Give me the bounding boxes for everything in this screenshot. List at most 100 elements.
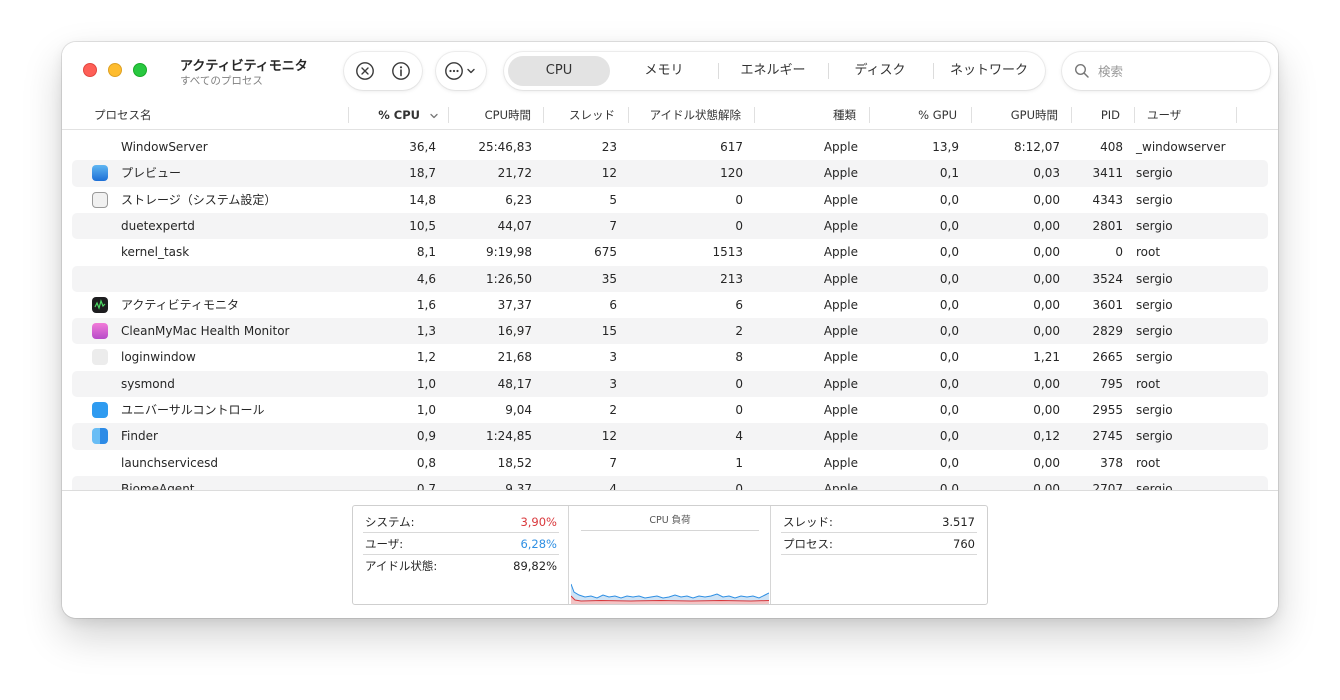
cell-cpu-time: 1:24,85 xyxy=(485,429,532,444)
column-header-kind[interactable]: 種類 xyxy=(756,100,856,130)
table-row[interactable]: CleanMyMac Health Monitor 1,3 16,97 15 2 Appl… xyxy=(72,318,1268,345)
table-row[interactable]: kernel_task 8,1 9:19,98 675 1513 Apple 0,0 0,00… xyxy=(72,239,1268,265)
cell-threads: 15 xyxy=(601,324,617,339)
cell-kind: Apple xyxy=(823,218,858,233)
column-header-cpu-percent[interactable]: % CPU xyxy=(350,100,420,130)
activity-monitor-window: アクティビティモニタ すべてのプロセス CPU メモリ エネルギー ディスク ネ… xyxy=(62,42,1278,618)
cell-cpu-time: 1:26,50 xyxy=(485,271,532,286)
cell-gpu-time: 0,03 xyxy=(1033,166,1060,181)
table-row[interactable]: プレビュー 18,7 21,72 12 120 Apple 0,1 0,03 3411 sergi… xyxy=(72,160,1268,187)
table-row[interactable]: sysmond 1,0 48,17 3 0 Apple 0,0 0,00 795 root xyxy=(72,370,1268,397)
cell-cpu-percent: 0,7 xyxy=(416,481,436,490)
stat-user-label: ユーザ: xyxy=(365,537,404,551)
cell-cpu-time: 9:19,98 xyxy=(485,245,532,260)
window-title: アクティビティモニタ xyxy=(180,59,308,74)
cpu-usage-panel: システム: 3,90% ユーザ: 6,28% アイドル状態: 89,82% xyxy=(353,506,569,604)
table-row[interactable]: 4,6 1:26,50 35 213 Apple 0,0 0,00 3524 sergio xyxy=(72,265,1268,292)
column-divider[interactable] xyxy=(1134,107,1135,123)
column-header-gpu-percent[interactable]: % GPU xyxy=(872,100,957,130)
column-divider[interactable] xyxy=(869,107,870,123)
cell-idle-wakeups: 0 xyxy=(735,218,743,233)
table-row[interactable]: launchservicesd 0,8 18,52 7 1 Apple 0,0 0,00 378… xyxy=(72,450,1268,476)
column-divider[interactable] xyxy=(448,107,449,123)
cell-threads: 675 xyxy=(594,245,617,260)
cell-cpu-percent: 1,0 xyxy=(416,376,436,391)
cell-idle-wakeups: 8 xyxy=(735,350,743,365)
table-row[interactable]: ユニバーサルコントロール 1,0 9,04 2 0 Apple 0,0 0,00 2955 ser… xyxy=(72,397,1268,423)
cell-cpu-percent: 36,4 xyxy=(409,140,436,154)
column-divider[interactable] xyxy=(628,107,629,123)
close-window-button[interactable] xyxy=(83,63,97,77)
cell-threads: 7 xyxy=(609,218,617,233)
cell-gpu-percent: 0,0 xyxy=(939,245,959,260)
column-divider[interactable] xyxy=(1236,107,1237,123)
stat-user: ユーザ: 6,28% xyxy=(363,533,559,555)
cell-gpu-percent: 0,0 xyxy=(939,324,959,339)
table-row[interactable]: ストレージ（システム設定） 14,8 6,23 5 0 Apple 0,0 0,00 4343 s… xyxy=(72,187,1268,213)
column-header-user[interactable]: ユーザ xyxy=(1147,100,1181,130)
cell-kind: Apple xyxy=(823,140,858,154)
cell-user: root xyxy=(1136,376,1161,391)
column-divider[interactable] xyxy=(348,107,349,123)
stat-threads-label: スレッド: xyxy=(783,515,833,529)
zoom-window-button[interactable] xyxy=(133,63,147,77)
cell-idle-wakeups: 0 xyxy=(735,481,743,490)
cell-gpu-time: 0,00 xyxy=(1033,218,1060,233)
search-field[interactable] xyxy=(1062,52,1270,90)
cell-cpu-percent: 1,6 xyxy=(416,297,436,312)
table-row[interactable]: loginwindow 1,2 21,68 3 8 Apple 0,0 1,21 2665 ser… xyxy=(72,344,1268,370)
column-header-process-name[interactable]: プロセス名 xyxy=(94,100,152,130)
cell-process-name: kernel_task xyxy=(121,245,190,260)
cell-process-name: duetexpertd xyxy=(121,218,195,233)
cell-idle-wakeups: 1 xyxy=(735,455,743,470)
sort-descending-icon[interactable] xyxy=(429,111,439,121)
column-divider[interactable] xyxy=(971,107,972,123)
cell-cpu-percent: 1,0 xyxy=(416,403,436,417)
column-divider[interactable] xyxy=(543,107,544,123)
cell-gpu-percent: 0,0 xyxy=(939,403,959,417)
tab-energy[interactable]: エネルギー xyxy=(722,56,824,86)
cell-gpu-percent: 0,0 xyxy=(939,376,959,391)
column-header-threads[interactable]: スレッド xyxy=(546,100,615,130)
cell-user: sergio xyxy=(1136,271,1173,286)
cell-cpu-percent: 8,1 xyxy=(416,245,436,260)
table-row[interactable]: BiomeAgent 0,7 9,37 4 0 Apple 0,0 0,00 2707 sergi… xyxy=(72,475,1268,490)
minimize-window-button[interactable] xyxy=(108,63,122,77)
cell-kind: Apple xyxy=(823,245,858,260)
tab-memory[interactable]: メモリ xyxy=(614,56,714,86)
tab-disk[interactable]: ディスク xyxy=(832,56,928,86)
table-row[interactable]: duetexpertd 10,5 44,07 7 0 Apple 0,0 0,00 2801 se… xyxy=(72,212,1268,240)
stat-processes-label: プロセス: xyxy=(783,537,833,551)
cell-kind: Apple xyxy=(823,376,858,391)
cell-user: sergio xyxy=(1136,297,1173,312)
cell-threads: 12 xyxy=(601,166,617,181)
stat-system: システム: 3,90% xyxy=(363,511,559,533)
process-actions-group xyxy=(344,52,422,90)
table-row[interactable]: Finder 0,9 1:24,85 12 4 Apple 0,0 0,12 2745 sergi… xyxy=(72,423,1268,450)
cell-threads: 3 xyxy=(609,350,617,365)
tab-cpu[interactable]: CPU xyxy=(508,56,610,86)
cell-gpu-time: 0,00 xyxy=(1033,481,1060,490)
column-header-pid[interactable]: PID xyxy=(1074,100,1120,130)
cell-cpu-percent: 1,2 xyxy=(416,350,436,365)
cell-pid: 3524 xyxy=(1092,271,1123,286)
column-divider[interactable] xyxy=(754,107,755,123)
cell-threads: 23 xyxy=(601,140,617,154)
table-row[interactable]: WindowServer 36,4 25:46,83 23 617 Apple 13,9 8:… xyxy=(72,134,1268,160)
tab-network[interactable]: ネットワーク xyxy=(937,56,1041,86)
column-header-cpu-time[interactable]: CPU時間 xyxy=(452,100,531,130)
cell-pid: 2829 xyxy=(1092,324,1123,339)
column-header-gpu-time[interactable]: GPU時間 xyxy=(974,100,1058,130)
more-actions-menu[interactable] xyxy=(436,52,486,90)
search-input[interactable] xyxy=(1098,60,1258,82)
table-header: プロセス名 % CPU CPU時間 スレッド アイドル状態解除 種類 % GPU… xyxy=(62,100,1278,130)
table-row[interactable]: アクティビティモニタ 1,6 37,37 6 6 Apple 0,0 0,00 3601 serg… xyxy=(72,292,1268,318)
inspect-process-button[interactable] xyxy=(391,61,411,81)
cell-gpu-time: 0,00 xyxy=(1033,192,1060,207)
column-divider[interactable] xyxy=(1071,107,1072,123)
info-icon xyxy=(392,62,410,80)
finder-app-icon xyxy=(92,428,108,445)
column-header-idle-wakeups[interactable]: アイドル状態解除 xyxy=(631,100,741,130)
stop-process-button[interactable] xyxy=(355,61,375,81)
cell-cpu-time: 21,72 xyxy=(497,166,532,181)
